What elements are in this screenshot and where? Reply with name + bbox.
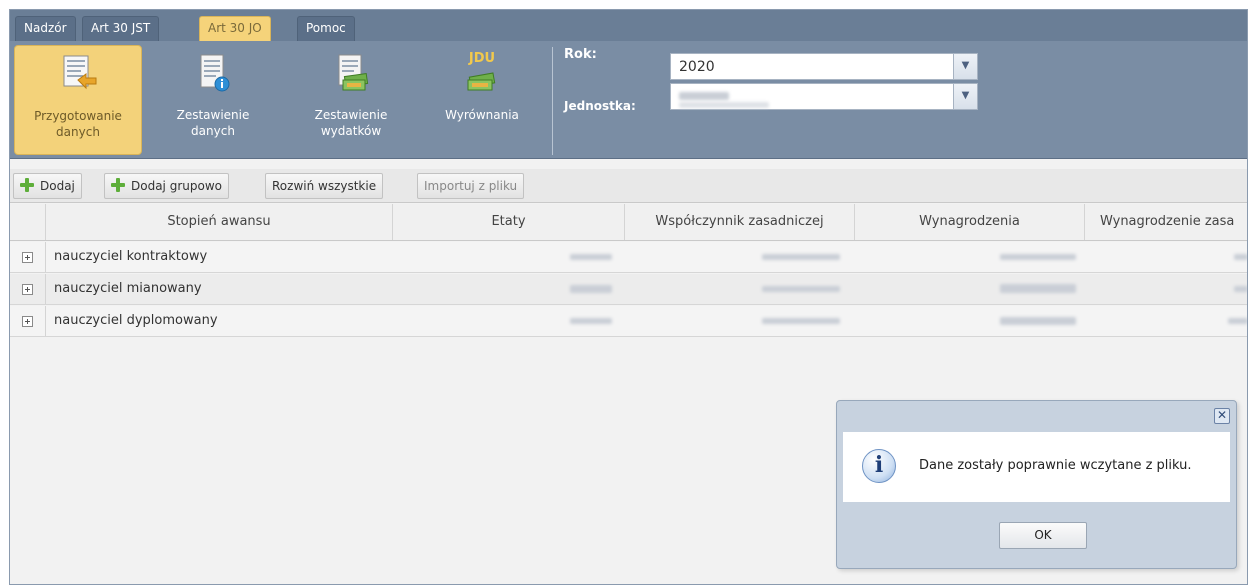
main-tab-bar: Nadzór Art 30 JST Art 30 JO Pomoc [10, 10, 1247, 41]
dodaj-label: Dodaj [40, 179, 75, 193]
gutter-line [45, 306, 46, 336]
redacted-wynagrodzenia [1000, 254, 1076, 260]
rozwin-wszystkie-button[interactable]: Rozwiń wszystkie [265, 173, 384, 199]
plus-icon [20, 178, 34, 192]
document-arrow-icon [63, 55, 97, 90]
column-header-wynagrodzenia[interactable]: Wynagrodzenia [854, 204, 1084, 240]
zestawienie-danych-button[interactable]: Zestawienie danych [158, 45, 268, 155]
document-money-icon [338, 54, 369, 91]
dialog-body: i Dane zostały poprawnie wczytane z plik… [843, 432, 1230, 502]
redacted-etaty [570, 254, 612, 260]
dodaj-grupowo-label: Dodaj grupowo [131, 179, 222, 193]
grid-toolbar: Dodaj Dodaj grupowo Rozwiń wszystkie Imp… [10, 169, 1247, 203]
plus-icon [111, 178, 125, 192]
jednostka-redacted [679, 92, 729, 100]
dodaj-grupowo-button[interactable]: Dodaj grupowo [104, 173, 229, 199]
zestawienie-danych-label-2: danych [191, 124, 235, 138]
redacted-etaty [570, 285, 612, 293]
zestawienie-danych-label-1: Zestawienie [176, 108, 250, 122]
document-info-icon [200, 54, 230, 92]
redacted-etaty [570, 318, 612, 324]
rok-select[interactable]: 2020 ▼ [670, 53, 978, 80]
info-icon: i [862, 449, 896, 483]
tab-nadzor[interactable]: Nadzór [15, 16, 76, 41]
tab-art30-jo[interactable]: Art 30 JO [199, 16, 271, 41]
redacted-wspolczynnik [762, 286, 840, 292]
przygotowanie-label-2: danych [56, 125, 100, 139]
expand-row-icon[interactable] [22, 316, 33, 327]
ribbon: Przygotowanie danych Zestawienie danych [10, 41, 1247, 159]
przygotowanie-label-1: Przygotowanie [34, 109, 122, 123]
header-expander-column [10, 204, 45, 240]
chevron-down-icon[interactable]: ▼ [953, 54, 977, 79]
gutter-line [45, 242, 46, 272]
redacted-wynagrodzenie-zasadnicze [1234, 254, 1247, 260]
table-row[interactable]: nauczyciel dyplomowany [10, 306, 1247, 337]
wyrownania-button[interactable]: JDU Wyrównania [430, 45, 534, 155]
table-row[interactable]: nauczyciel mianowany [10, 274, 1247, 305]
redacted-wynagrodzenie-zasadnicze [1228, 318, 1247, 324]
ok-button[interactable]: OK [999, 522, 1087, 549]
column-header-etaty[interactable]: Etaty [392, 204, 624, 240]
chevron-down-icon[interactable]: ▼ [953, 84, 977, 109]
importuj-z-pliku-button[interactable]: Importuj z pliku [417, 173, 525, 199]
zestawienie-wydatkow-label-1: Zestawienie [314, 108, 388, 122]
zestawienie-wydatkow-label-2: wydatków [320, 124, 382, 138]
row-label: nauczyciel mianowany [54, 281, 202, 296]
info-dialog: ✕ i Dane zostały poprawnie wczytane z pl… [836, 400, 1237, 569]
redacted-wynagrodzenia [1000, 284, 1076, 293]
jdu-badge: JDU [468, 51, 496, 66]
column-header-wynagrodzenie-zasadnicze[interactable]: Wynagrodzenie zasa [1084, 204, 1247, 240]
rok-label: Rok: [564, 47, 597, 62]
redacted-wynagrodzenia [1000, 317, 1076, 325]
app-window: Nadzór Art 30 JST Art 30 JO Pomoc Przygo… [9, 9, 1248, 585]
close-icon[interactable]: ✕ [1214, 408, 1230, 424]
redacted-wynagrodzenie-zasadnicze [1234, 286, 1247, 292]
redacted-wspolczynnik [762, 254, 840, 260]
ribbon-separator [552, 47, 553, 155]
redacted-wspolczynnik [762, 318, 840, 324]
expand-row-icon[interactable] [22, 284, 33, 295]
column-header-wspolczynnik[interactable]: Współczynnik zasadniczej [624, 204, 854, 240]
row-label: nauczyciel kontraktowy [54, 249, 208, 264]
dialog-message: Dane zostały poprawnie wczytane z pliku. [919, 458, 1192, 473]
jednostka-redacted-2 [679, 102, 769, 108]
column-header-stopien[interactable]: Stopień awansu [45, 204, 392, 240]
zestawienie-wydatkow-button[interactable]: Zestawienie wydatków [298, 45, 404, 155]
grid-header: Stopień awansu Etaty Współczynnik zasadn… [10, 204, 1247, 241]
jednostka-label: Jednostka: [564, 99, 636, 113]
przygotowanie-danych-button[interactable]: Przygotowanie danych [14, 45, 142, 155]
table-row[interactable]: nauczyciel kontraktowy [10, 242, 1247, 273]
dodaj-button[interactable]: Dodaj [13, 173, 82, 199]
tab-art30-jst[interactable]: Art 30 JST [82, 16, 160, 41]
row-label: nauczyciel dyplomowany [54, 313, 218, 328]
jednostka-select[interactable]: ▼ [670, 83, 978, 110]
wyrownania-label: Wyrównania [445, 108, 519, 122]
gutter-line [45, 274, 46, 304]
tab-pomoc[interactable]: Pomoc [297, 16, 355, 41]
expand-row-icon[interactable] [22, 252, 33, 263]
rok-value: 2020 [679, 59, 715, 75]
